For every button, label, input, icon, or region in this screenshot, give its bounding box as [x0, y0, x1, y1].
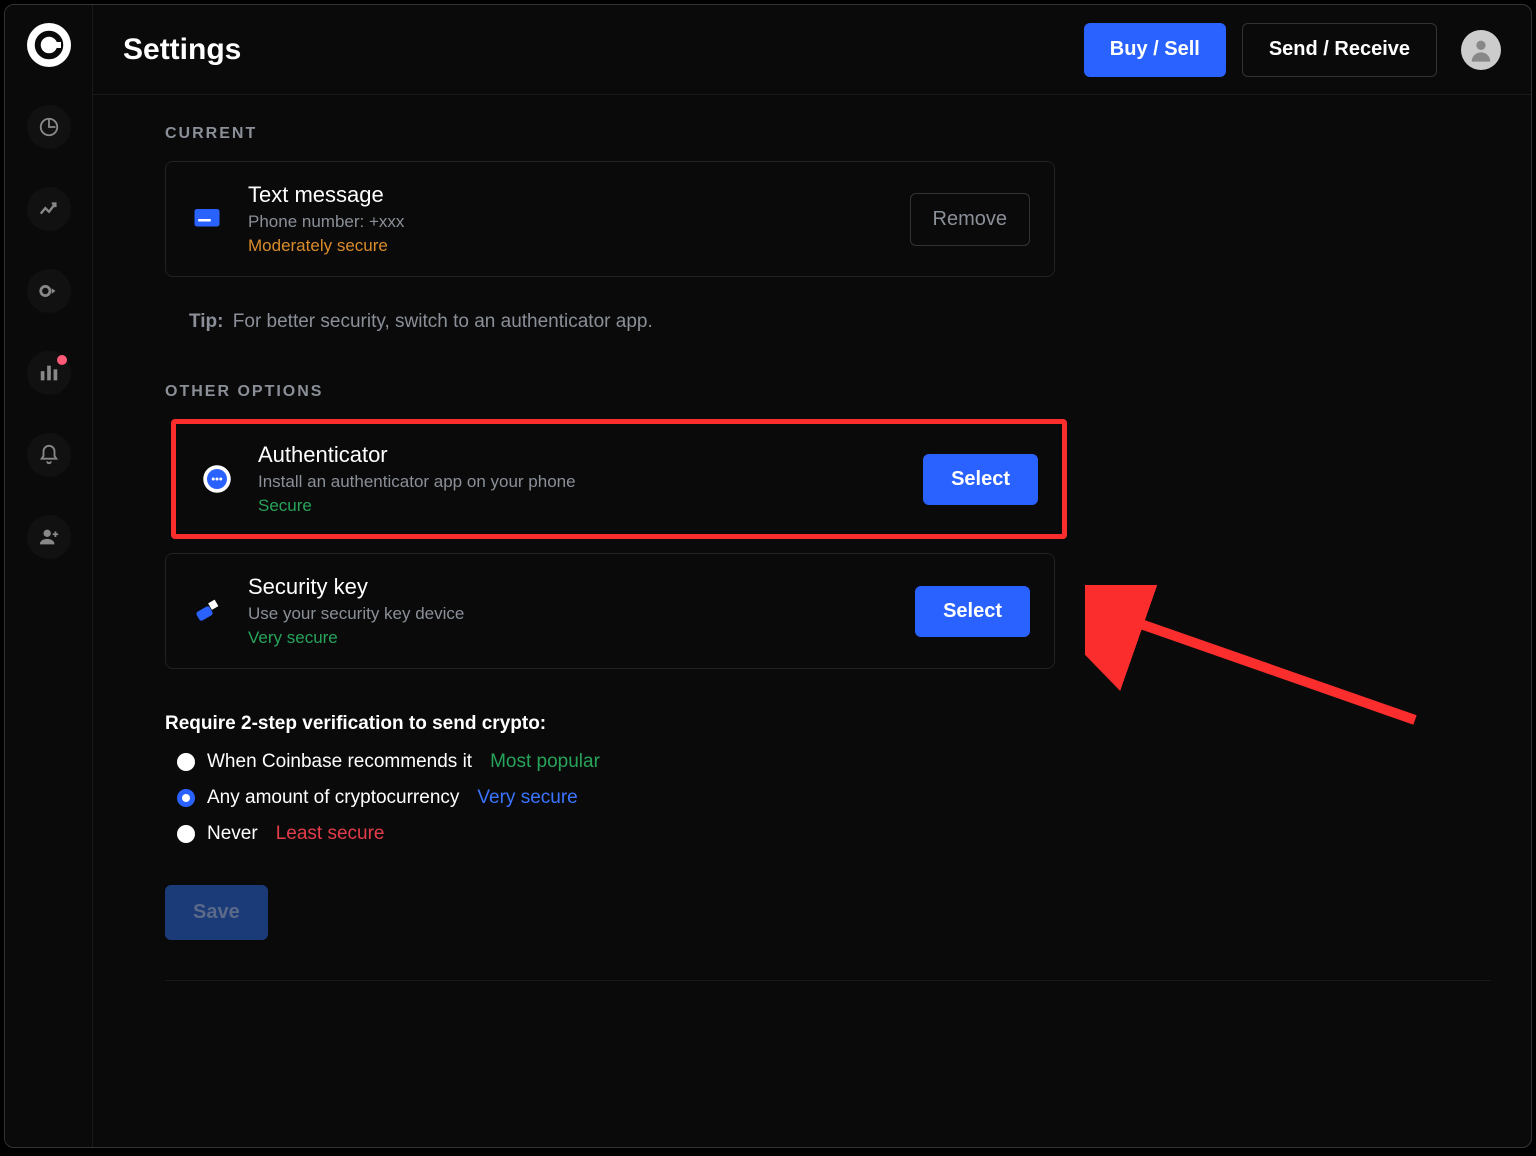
- radio-label: When Coinbase recommends it: [207, 751, 472, 773]
- security-key-security: Very secure: [248, 628, 891, 648]
- radio-never[interactable]: Never Least secure: [177, 823, 1491, 845]
- current-section-label: CURRENT: [165, 125, 1491, 143]
- require-2fa-heading: Require 2-step verification to send cryp…: [165, 713, 1491, 735]
- nav-trending-icon[interactable]: [27, 187, 71, 231]
- current-method-subtitle: Phone number: +xxx: [248, 212, 886, 232]
- save-button[interactable]: Save: [165, 885, 268, 940]
- highlight-annotation: Authenticator Install an authenticator a…: [171, 419, 1067, 539]
- send-receive-button[interactable]: Send / Receive: [1242, 23, 1437, 77]
- nav-home-icon[interactable]: [27, 105, 71, 149]
- radio-label: Never: [207, 823, 258, 845]
- authenticator-select-button[interactable]: Select: [923, 454, 1038, 505]
- radio-any-amount[interactable]: Any amount of cryptocurrency Very secure: [177, 787, 1491, 809]
- nav-widgets-icon[interactable]: [27, 351, 71, 395]
- radio-tag: Most popular: [490, 751, 600, 773]
- logo[interactable]: [27, 23, 71, 67]
- page-title: Settings: [123, 33, 1068, 67]
- radio-label: Any amount of cryptocurrency: [207, 787, 459, 809]
- current-method-card: Text message Phone number: +xxx Moderate…: [165, 161, 1055, 277]
- security-key-select-button[interactable]: Select: [915, 586, 1030, 637]
- notification-badge: [57, 355, 67, 365]
- sidebar: [5, 5, 93, 1147]
- security-key-subtitle: Use your security key device: [248, 604, 891, 624]
- other-options-label: OTHER OPTIONS: [165, 383, 1491, 401]
- authenticator-title: Authenticator: [258, 442, 899, 468]
- tip-text: For better security, switch to an authen…: [233, 311, 653, 332]
- text-message-icon: [190, 202, 224, 236]
- avatar[interactable]: [1461, 30, 1501, 70]
- security-key-card: Security key Use your security key devic…: [165, 553, 1055, 669]
- authenticator-subtitle: Install an authenticator app on your pho…: [258, 472, 899, 492]
- radio-input[interactable]: [177, 825, 195, 843]
- radio-input[interactable]: [177, 753, 195, 771]
- divider: [165, 980, 1491, 981]
- current-method-security: Moderately secure: [248, 236, 886, 256]
- authenticator-icon: [200, 462, 234, 496]
- tip-row: Tip: For better security, switch to an a…: [189, 311, 1491, 333]
- security-key-icon: [190, 594, 224, 628]
- buy-sell-button[interactable]: Buy / Sell: [1084, 23, 1226, 77]
- tip-label: Tip:: [189, 311, 223, 332]
- nav-notifications-icon[interactable]: [27, 433, 71, 477]
- nav-explore-icon[interactable]: [27, 269, 71, 313]
- nav-invite-icon[interactable]: [27, 515, 71, 559]
- radio-tag: Very secure: [477, 787, 577, 809]
- current-method-title: Text message: [248, 182, 886, 208]
- header: Settings Buy / Sell Send / Receive: [93, 5, 1531, 95]
- authenticator-card: Authenticator Install an authenticator a…: [186, 434, 1052, 524]
- radio-input[interactable]: [177, 789, 195, 807]
- radio-tag: Least secure: [276, 823, 385, 845]
- content-area: CURRENT Text message Phone number: +xxx …: [165, 125, 1491, 981]
- authenticator-security: Secure: [258, 496, 899, 516]
- security-key-title: Security key: [248, 574, 891, 600]
- remove-button[interactable]: Remove: [910, 193, 1030, 246]
- radio-recommends[interactable]: When Coinbase recommends it Most popular: [177, 751, 1491, 773]
